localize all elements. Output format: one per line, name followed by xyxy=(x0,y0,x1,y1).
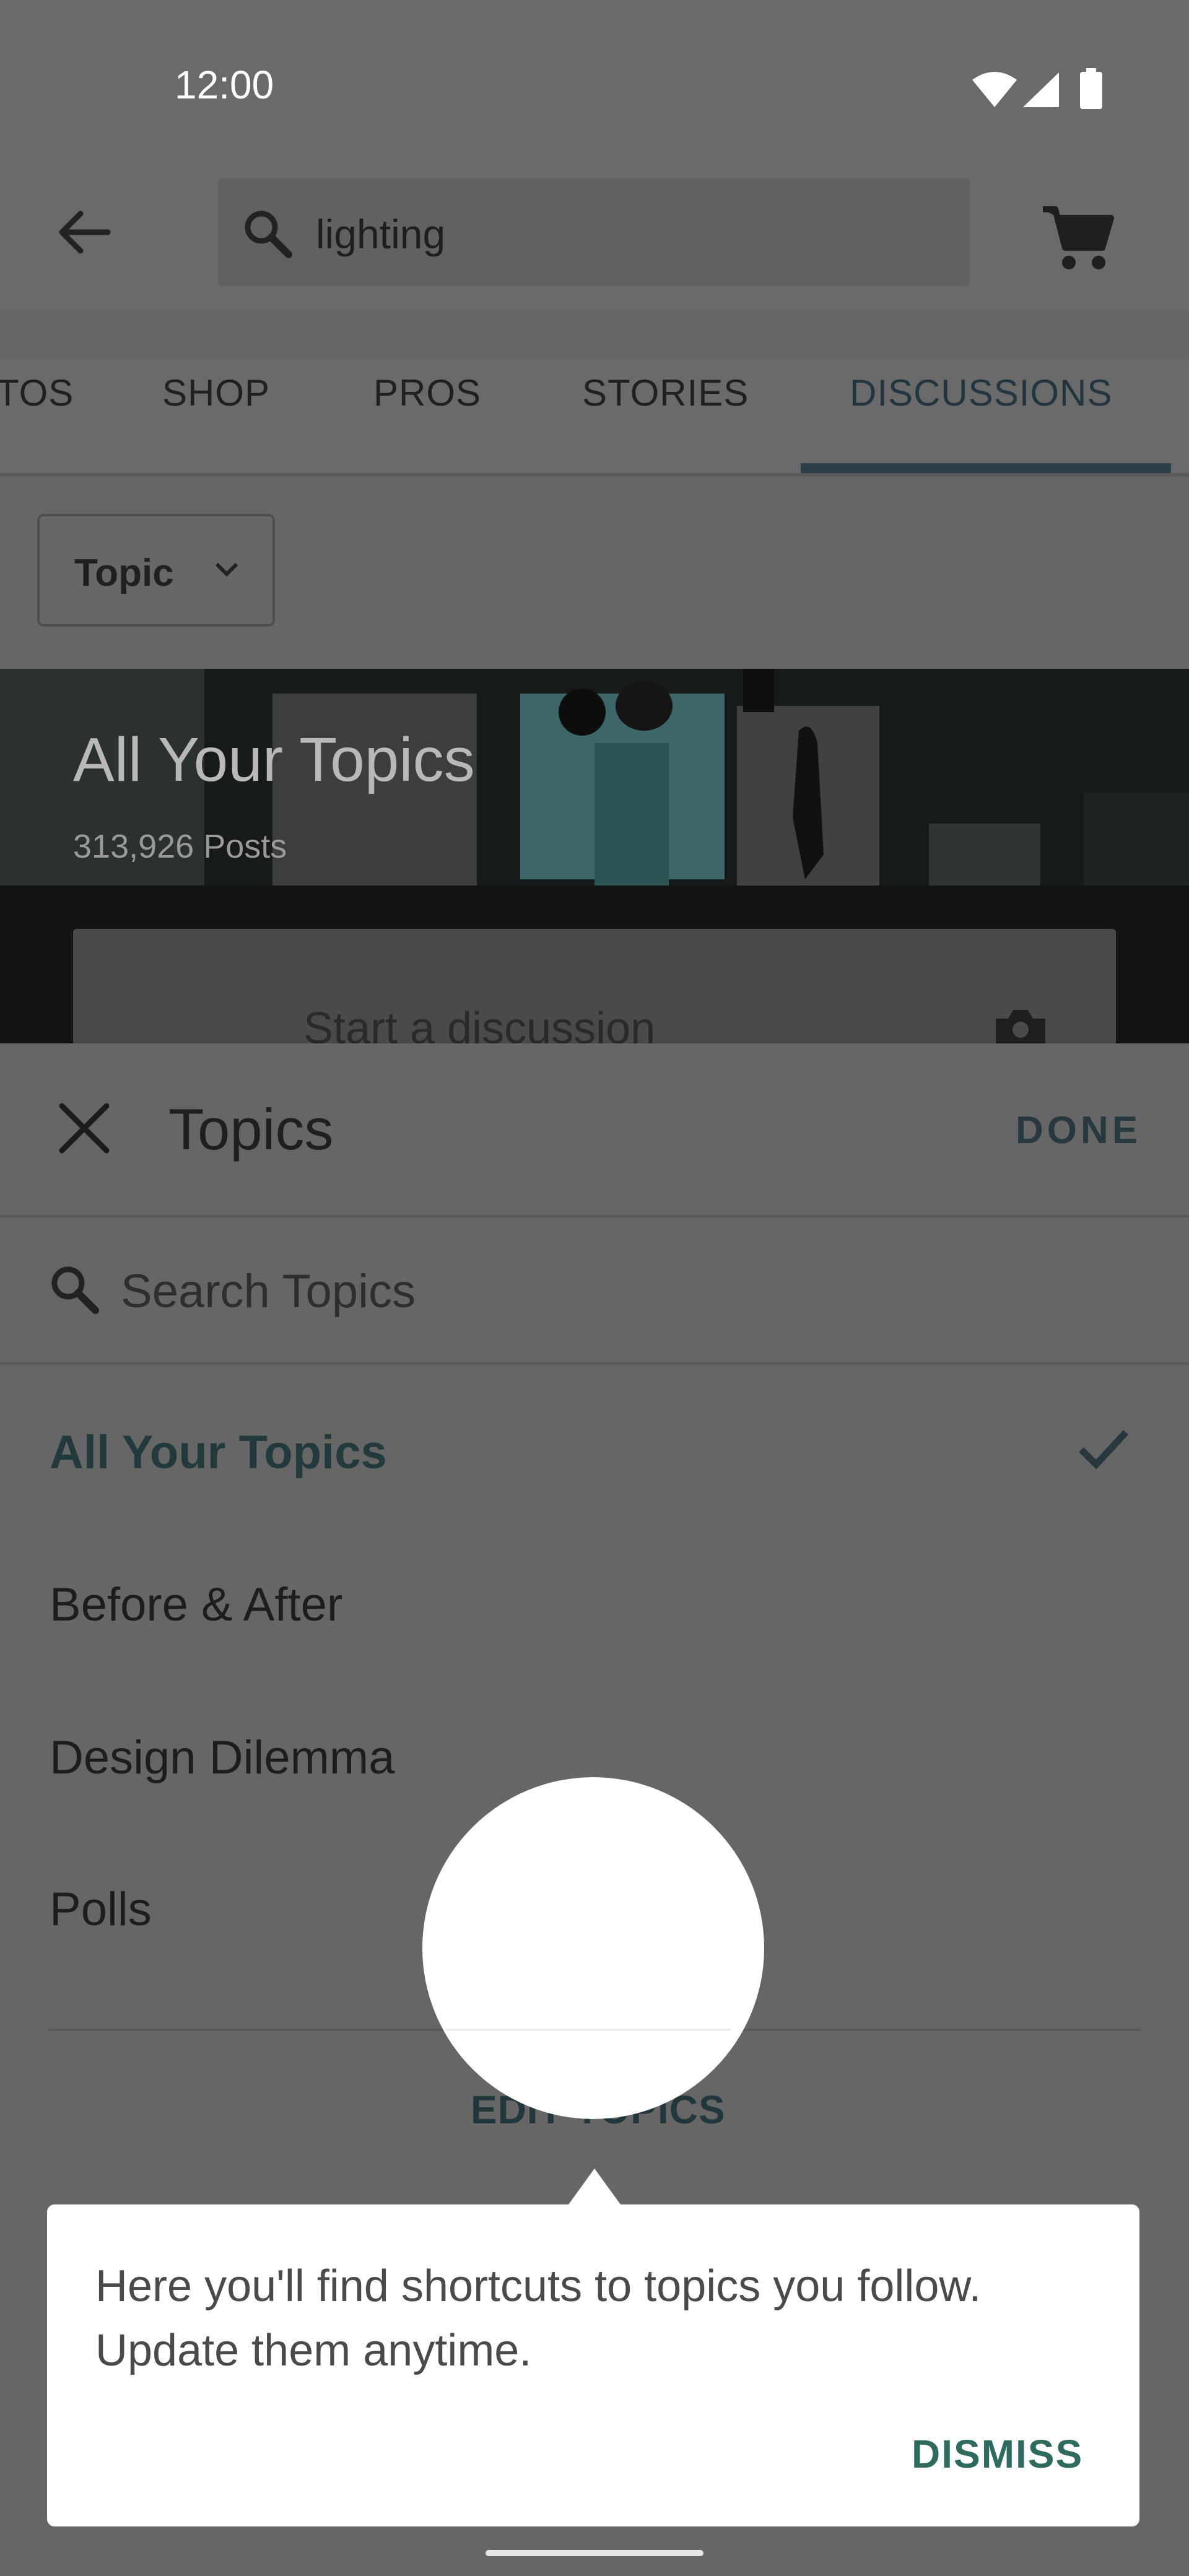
search-icon xyxy=(51,1266,99,1314)
divider xyxy=(0,1215,1189,1217)
dismiss-button[interactable]: DISMISS xyxy=(912,2431,1083,2477)
battery-icon xyxy=(1080,68,1102,109)
chevron-down-icon xyxy=(215,562,238,577)
search-icon xyxy=(245,211,292,258)
cart-icon[interactable] xyxy=(1040,204,1115,272)
done-button[interactable]: DONE xyxy=(1016,1108,1141,1152)
tab-stories[interactable]: STORIES xyxy=(582,372,749,414)
spotlight-highlight xyxy=(422,1777,764,2119)
status-time: 12:00 xyxy=(175,63,274,107)
close-icon[interactable] xyxy=(57,1101,111,1155)
tooltip-arrow xyxy=(568,2169,621,2204)
camera-icon[interactable] xyxy=(991,1006,1050,1043)
topic-label: Polls xyxy=(50,1883,152,1936)
back-arrow-icon[interactable] xyxy=(56,207,111,257)
topic-label: Before & After xyxy=(50,1578,343,1631)
tab-discussions[interactable]: DISCUSSIONS xyxy=(850,372,1112,414)
tab-photos[interactable]: TOS xyxy=(0,372,74,414)
tab-indicator xyxy=(801,463,1171,473)
search-query: lighting xyxy=(316,211,446,257)
gesture-nav-handle[interactable] xyxy=(486,2550,703,2556)
topic-filter-label: Topic xyxy=(74,552,174,594)
tab-pros[interactable]: PROS xyxy=(373,372,481,414)
search-topics-input[interactable] xyxy=(121,1263,1050,1319)
checkmark-icon xyxy=(1079,1430,1129,1469)
hero-title: All Your Topics xyxy=(73,725,475,794)
divider xyxy=(446,2029,731,2031)
sheet-title: Topics xyxy=(168,1097,334,1162)
tooltip-message: Here you'll find shortcuts to topics you… xyxy=(95,2261,982,2375)
topic-label: All Your Topics xyxy=(50,1426,387,1479)
tab-shop[interactable]: SHOP xyxy=(162,372,270,414)
hero-post-count: 313,926 Posts xyxy=(73,828,287,865)
divider xyxy=(0,1362,1189,1365)
topic-label: Design Dilemma xyxy=(50,1731,395,1784)
signal-icon xyxy=(1023,72,1059,107)
wifi-icon xyxy=(972,72,1017,107)
